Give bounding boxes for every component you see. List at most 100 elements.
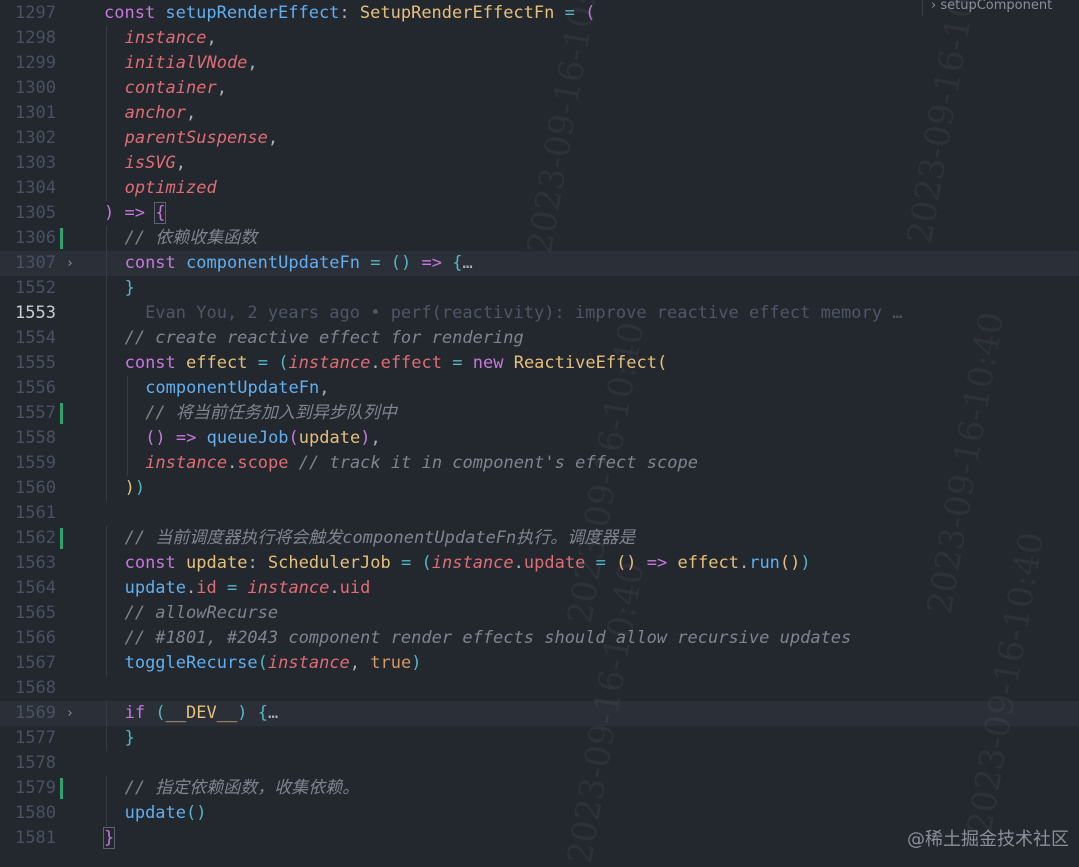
line-number: 1300 (15, 78, 56, 98)
line-number: 1553 (15, 303, 56, 323)
code-line[interactable]: 1554 // create reactive effect for render… (0, 326, 1079, 351)
line-number: 1556 (15, 378, 56, 398)
git-change-marker[interactable] (60, 403, 63, 424)
line-number: 1555 (15, 353, 56, 373)
line-number: 1579 (15, 778, 56, 798)
indent-guide (106, 526, 107, 551)
indent-guide (106, 76, 107, 101)
line-number: 1562 (15, 528, 56, 548)
code-text: anchor, (124, 103, 197, 123)
code-line[interactable]: 1552} (0, 276, 1079, 301)
code-line[interactable]: 1568 (0, 676, 1079, 701)
indent-guide (106, 626, 107, 651)
line-number: 1306 (15, 228, 56, 248)
indent-guide (106, 451, 107, 476)
indent-guide (106, 376, 107, 401)
line-number: 1564 (15, 578, 56, 598)
indent-guide (106, 51, 107, 76)
indent-guide (106, 601, 107, 626)
code-line[interactable]: 1558 () => queueJob(update), (0, 426, 1079, 451)
code-line[interactable]: 1561 (0, 501, 1079, 526)
code-line[interactable]: 1562 // 当前调度器执行将会触发componentUpdateFn执行。调度… (0, 526, 1079, 551)
indent-guide (106, 426, 107, 451)
code-text: container, (124, 78, 227, 98)
code-text: // #1801, #2043 component render effects… (124, 628, 852, 648)
watermark-text: @稀土掘金技术社区 (907, 829, 1069, 850)
git-change-marker[interactable] (60, 778, 63, 799)
code-line[interactable]: 1577} (0, 726, 1079, 751)
code-text: const effect = (instance.effect = new Re… (124, 353, 668, 373)
code-line[interactable]: 1557 // 将当前任务加入到异步队列中 (0, 401, 1079, 426)
code-line[interactable]: 1297 const setupRenderEffect: SetupRender… (0, 1, 1079, 26)
line-number: 1568 (15, 678, 56, 698)
code-line[interactable]: 1301 anchor, (0, 101, 1079, 126)
code-text: // allowRecurse (124, 603, 279, 623)
indent-guide (106, 276, 107, 301)
code-text: } (102, 827, 116, 849)
code-line[interactable]: 1299 initialVNode, (0, 51, 1079, 76)
code-text: componentUpdateFn, (145, 378, 330, 398)
line-number: 1578 (15, 753, 56, 773)
code-text: // 当前调度器执行将会触发componentUpdateFn执行。调度器是 (124, 528, 636, 548)
code-line[interactable]: 1560)) (0, 476, 1079, 501)
code-line[interactable]: 1578 (0, 751, 1079, 776)
code-text: update() (124, 803, 207, 823)
code-text: () => queueJob(update), (145, 428, 381, 448)
line-number: 1577 (15, 728, 56, 748)
line-number: 1560 (15, 478, 56, 498)
code-text: // 依赖收集函数 (124, 228, 258, 248)
indent-guide (106, 651, 107, 676)
line-number: 1297 (15, 3, 56, 23)
code-line[interactable]: 1556 componentUpdateFn, (0, 376, 1079, 401)
git-blame-annotation: Evan You, 2 years ago • perf(reactivity)… (124, 303, 903, 323)
code-text: initialVNode, (124, 53, 258, 73)
code-text: ) => { (104, 202, 167, 224)
code-line[interactable]: 1567 toggleRecurse(instance, true) (0, 651, 1079, 676)
line-number: 1563 (15, 553, 56, 573)
code-line[interactable]: 1564 update.id = instance.uid (0, 576, 1079, 601)
git-change-marker[interactable] (60, 528, 63, 549)
line-number: 1567 (15, 653, 56, 673)
chevron-right-icon[interactable]: › (66, 701, 74, 726)
code-line[interactable]: 1563 const update: SchedulerJob = (instan… (0, 551, 1079, 576)
line-number: 1554 (15, 328, 56, 348)
code-line[interactable]: 1565 // allowRecurse (0, 601, 1079, 626)
code-line[interactable]: 1566 // #1801, #2043 component render eff… (0, 626, 1079, 651)
line-number: 1301 (15, 103, 56, 123)
code-line[interactable]: 1307 › const componentUpdateFn = () => {… (0, 251, 1079, 276)
code-line[interactable]: 1569 › if (__DEV__) {… (0, 701, 1079, 726)
code-text: isSVG, (124, 153, 187, 173)
line-number: 1307 (15, 253, 56, 273)
code-text: optimized (124, 178, 217, 198)
code-text: // 将当前任务加入到异步队列中 (145, 403, 397, 423)
code-line[interactable]: 1559 instance.scope // track it in compon… (0, 451, 1079, 476)
code-line[interactable]: 1553 Evan You, 2 years ago • perf(reacti… (0, 301, 1079, 326)
indent-guide (106, 551, 107, 576)
indent-guide (106, 226, 107, 251)
code-line[interactable]: 1579 // 指定依赖函数，收集依赖。 (0, 776, 1079, 801)
code-line[interactable]: 1300 container, (0, 76, 1079, 101)
git-change-marker[interactable] (60, 228, 63, 249)
indent-guide (106, 701, 107, 726)
line-number: 1580 (15, 803, 56, 823)
line-number: 1303 (15, 153, 56, 173)
indent-guide (106, 251, 107, 276)
code-line[interactable]: 1298 instance, (0, 26, 1079, 51)
code-text: parentSuspense, (124, 128, 279, 148)
code-line[interactable]: 1580 update() (0, 801, 1079, 826)
line-number: 1304 (15, 178, 56, 198)
indent-guide (106, 726, 107, 751)
chevron-right-icon[interactable]: › (66, 251, 74, 276)
line-number: 1299 (15, 53, 56, 73)
code-editor[interactable]: › setupComponent 1297 const setupRenderEf… (0, 0, 1079, 867)
line-number: 1557 (15, 403, 56, 423)
line-number: 1561 (15, 503, 56, 523)
indent-guide (106, 176, 107, 201)
indent-guide (106, 576, 107, 601)
line-number: 1305 (15, 203, 56, 223)
line-number: 1566 (15, 628, 56, 648)
indent-guide (106, 101, 107, 126)
indent-guide (126, 376, 128, 401)
code-text: // 指定依赖函数，收集依赖。 (124, 778, 360, 798)
code-line[interactable]: 1555 const effect = (instance.effect = ne… (0, 351, 1079, 376)
